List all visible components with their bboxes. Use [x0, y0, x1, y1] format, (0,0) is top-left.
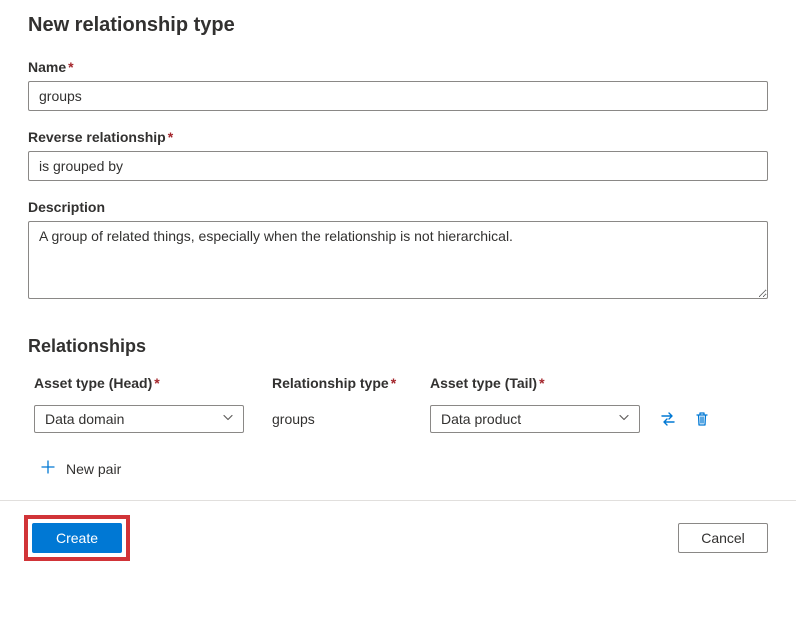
chevron-down-icon — [221, 411, 235, 428]
description-label: Description — [28, 199, 768, 215]
delete-icon[interactable] — [692, 409, 712, 429]
name-input[interactable] — [28, 81, 768, 111]
required-marker: * — [68, 59, 73, 75]
reverse-relationship-label: Reverse relationship* — [28, 129, 768, 145]
create-button[interactable]: Create — [32, 523, 122, 553]
relationship-row: Data domain groups Data product — [28, 405, 768, 433]
relationship-type-value: groups — [272, 411, 315, 427]
name-label: Name* — [28, 59, 768, 75]
description-textarea[interactable]: A group of related things, especially wh… — [28, 221, 768, 299]
asset-type-head-dropdown[interactable]: Data domain — [34, 405, 244, 433]
column-header-head: Asset type (Head)* — [34, 375, 244, 391]
column-header-tail: Asset type (Tail)* — [430, 375, 640, 391]
plus-icon — [40, 459, 56, 478]
relationships-section-title: Relationships — [28, 336, 768, 357]
chevron-down-icon — [617, 411, 631, 428]
required-marker: * — [154, 375, 159, 391]
swap-icon[interactable] — [658, 409, 678, 429]
new-pair-label: New pair — [66, 461, 121, 477]
new-pair-button[interactable]: New pair — [40, 459, 121, 478]
required-marker: * — [539, 375, 544, 391]
required-marker: * — [391, 375, 396, 391]
asset-type-tail-dropdown[interactable]: Data product — [430, 405, 640, 433]
required-marker: * — [168, 129, 173, 145]
column-header-reltype: Relationship type* — [272, 375, 402, 391]
page-title: New relationship type — [28, 14, 768, 37]
reverse-relationship-input[interactable] — [28, 151, 768, 181]
cancel-button[interactable]: Cancel — [678, 523, 768, 553]
create-button-highlight: Create — [24, 515, 130, 561]
